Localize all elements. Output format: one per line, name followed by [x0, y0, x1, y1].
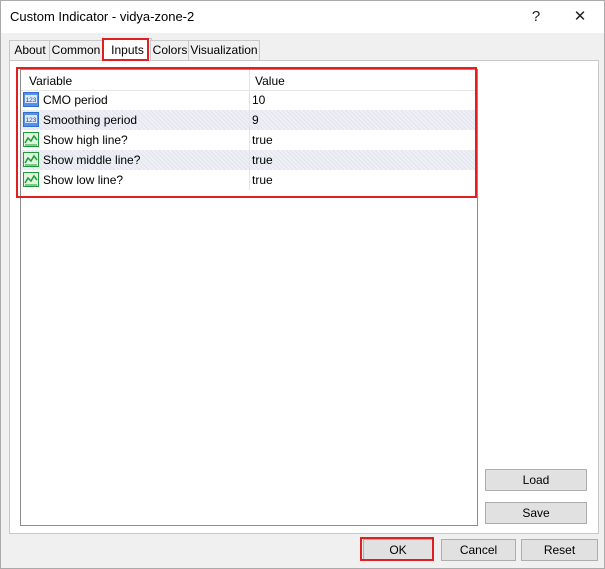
tab-visualization[interactable]: Visualization: [188, 40, 260, 60]
tab-colors[interactable]: Colors: [150, 40, 190, 60]
reset-button[interactable]: Reset: [521, 539, 598, 561]
help-button[interactable]: ?: [516, 3, 556, 31]
title-bar: Custom Indicator - vidya-zone-2 ? ✕: [1, 1, 604, 33]
tab-common[interactable]: Common: [49, 40, 103, 60]
close-button[interactable]: ✕: [560, 3, 600, 31]
ok-button-highlight: [360, 537, 434, 561]
tab-about[interactable]: About: [9, 40, 51, 60]
cancel-button[interactable]: Cancel: [441, 539, 516, 561]
inputs-table-highlight: [16, 67, 477, 198]
window-title: Custom Indicator - vidya-zone-2: [10, 9, 195, 24]
save-button[interactable]: Save: [485, 502, 587, 524]
load-button[interactable]: Load: [485, 469, 587, 491]
inputs-tab-highlight: [102, 38, 149, 61]
